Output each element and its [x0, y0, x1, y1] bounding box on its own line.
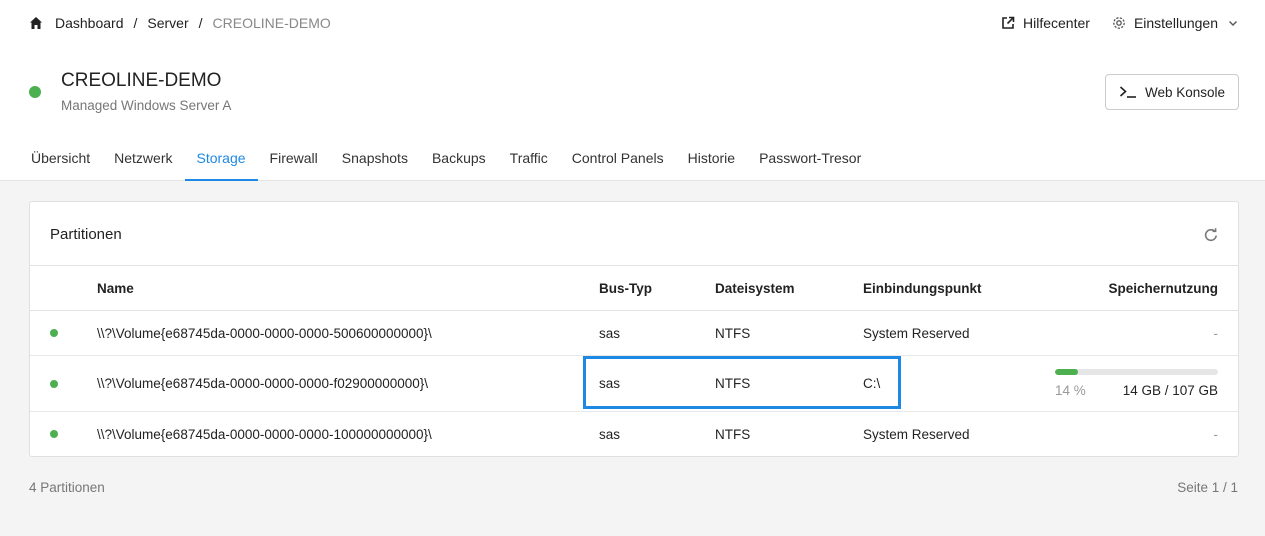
help-center-label: Hilfecenter	[1023, 15, 1090, 31]
tab-traffic[interactable]: Traffic	[498, 142, 560, 181]
breadcrumb-separator: /	[133, 15, 138, 31]
breadcrumb-separator: /	[198, 15, 203, 31]
partition-status-dot	[50, 329, 58, 337]
partition-count: 4 Partitionen	[29, 480, 105, 495]
partition-name: \\?\Volume{e68745da-0000-0000-0000-10000…	[97, 427, 432, 442]
partition-mountpoint: System Reserved	[863, 427, 970, 442]
gear-icon	[1113, 17, 1125, 29]
partition-filesystem: NTFS	[715, 427, 751, 442]
partition-bus-type: sas	[599, 326, 621, 341]
column-header-filesystem[interactable]: Dateisystem	[715, 281, 795, 296]
table-header: Name Bus-Typ Dateisystem Einbindungspunk…	[30, 266, 1238, 311]
card-header: Partitionen	[30, 202, 1238, 266]
breadcrumb-current: CREOLINE-DEMO	[212, 15, 331, 31]
partition-status-dot	[50, 430, 58, 438]
tab-snapshots[interactable]: Snapshots	[330, 142, 420, 181]
page-title: CREOLINE-DEMO	[61, 70, 222, 91]
page-subtitle: Managed Windows Server A	[61, 98, 232, 113]
top-actions: Hilfecenter Einstellungen	[979, 14, 1238, 32]
table-row[interactable]: \\?\Volume{e68745da-0000-0000-0000-f0290…	[30, 356, 1238, 412]
table-row[interactable]: \\?\Volume{e68745da-0000-0000-0000-10000…	[30, 412, 1238, 456]
refresh-icon[interactable]	[1203, 227, 1219, 243]
home-icon[interactable]	[29, 16, 43, 30]
column-header-mountpoint[interactable]: Einbindungspunkt	[863, 281, 981, 296]
tab-control-panels[interactable]: Control Panels	[560, 142, 676, 181]
partition-bus-type: sas	[599, 376, 621, 391]
settings-label: Einstellungen	[1133, 15, 1218, 31]
tab-historie[interactable]: Historie	[676, 142, 747, 181]
usage-size: 14 GB / 107 GB	[1122, 383, 1218, 398]
usage-progress-bar	[1055, 369, 1218, 375]
usage-progress-fill	[1055, 369, 1078, 375]
settings-menu[interactable]: Einstellungen	[1112, 15, 1238, 31]
tab-storage[interactable]: Storage	[184, 142, 258, 181]
column-header-storage-usage[interactable]: Speichernutzung	[1108, 281, 1218, 296]
tab-bar: Übersicht Netzwerk Storage Firewall Snap…	[19, 142, 873, 181]
server-status-indicator	[29, 86, 41, 98]
partition-name: \\?\Volume{e68745da-0000-0000-0000-50060…	[97, 326, 432, 341]
web-console-label: Web Konsole	[1144, 84, 1226, 100]
partition-mountpoint: System Reserved	[863, 326, 970, 341]
chevron-down-icon	[1229, 21, 1237, 26]
page-header: Dashboard / Server / CREOLINE-DEMO Hilfe…	[0, 0, 1265, 181]
tab-backups[interactable]: Backups	[420, 142, 498, 181]
help-center-link[interactable]: Hilfecenter	[1001, 15, 1090, 31]
partition-bus-type: sas	[599, 427, 621, 442]
partition-filesystem: NTFS	[715, 326, 751, 341]
partition-filesystem: NTFS	[715, 376, 751, 391]
external-link-icon	[1002, 16, 1015, 29]
card-title: Partitionen	[50, 226, 122, 243]
terminal-icon	[1119, 86, 1136, 98]
column-header-name[interactable]: Name	[97, 281, 134, 296]
column-header-bus-type[interactable]: Bus-Typ	[599, 281, 652, 296]
tab-uebersicht[interactable]: Übersicht	[19, 142, 102, 181]
partitions-card: Partitionen Name Bus-Typ Dateisystem Ein…	[29, 201, 1239, 457]
breadcrumb-server[interactable]: Server	[147, 15, 188, 31]
tab-netzwerk[interactable]: Netzwerk	[102, 142, 184, 181]
usage-percent: 14 %	[1055, 383, 1086, 398]
partition-name: \\?\Volume{e68745da-0000-0000-0000-f0290…	[97, 376, 429, 391]
partition-usage: -	[1213, 326, 1219, 341]
tab-passwort-tresor[interactable]: Passwort-Tresor	[747, 142, 873, 181]
partition-usage: -	[1213, 427, 1219, 442]
table-row[interactable]: \\?\Volume{e68745da-0000-0000-0000-50060…	[30, 311, 1238, 356]
tab-firewall[interactable]: Firewall	[258, 142, 330, 181]
pagination-info: Seite 1 / 1	[1177, 480, 1238, 495]
partition-mountpoint: C:\	[863, 376, 881, 391]
breadcrumb-dashboard[interactable]: Dashboard	[55, 15, 124, 31]
web-console-button[interactable]: Web Konsole	[1105, 74, 1239, 110]
breadcrumb: Dashboard / Server / CREOLINE-DEMO	[29, 14, 331, 32]
partition-status-dot	[50, 380, 58, 388]
